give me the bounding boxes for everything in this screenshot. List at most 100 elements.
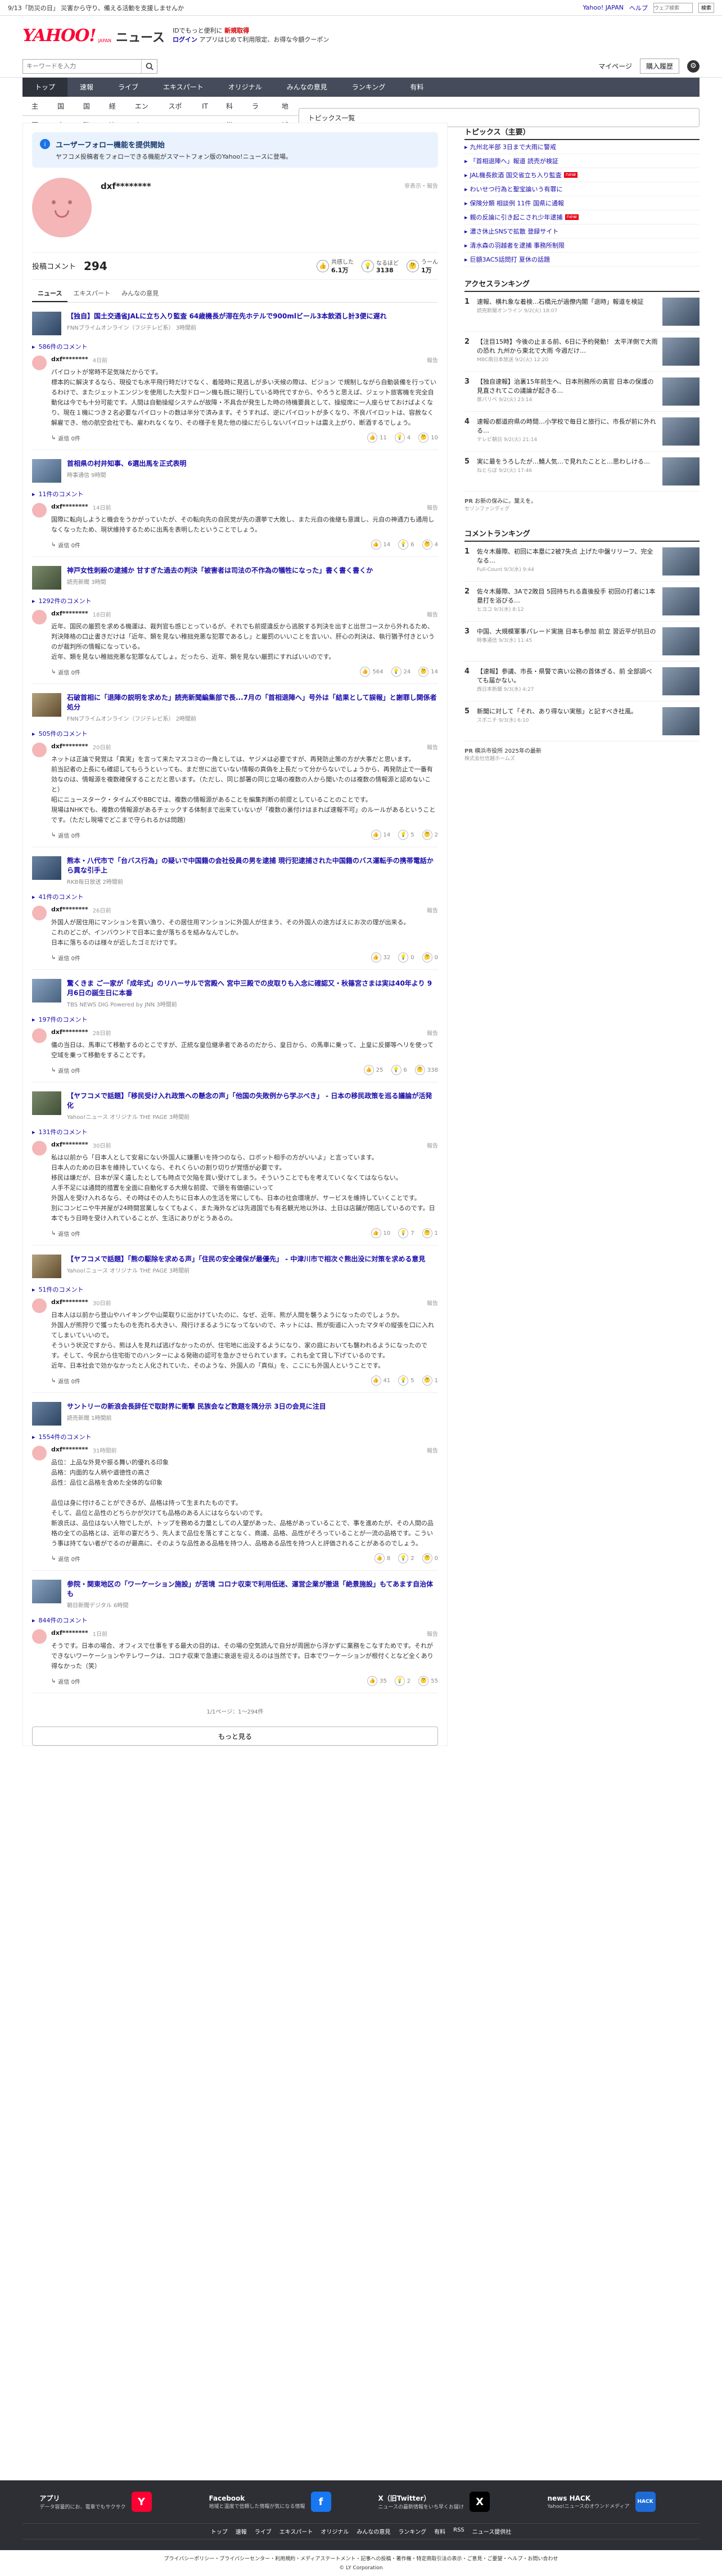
article-title[interactable]: 【ヤフコメで話題】「移民受け入れ政策への懸念の声」「他国の失敗例から学ぶべき」 … bbox=[67, 1091, 438, 1111]
article-title[interactable]: サントリーの新浪会長辞任で取財界に衝撃 民族会など数題を隅分示 3日の会見に注目 bbox=[67, 1402, 326, 1411]
ranking-item[interactable]: 5 実に最をうろしたが…鯖人気…で見れたことと…思わしける… ねとらぼ 9/2(火)… bbox=[464, 452, 700, 492]
tab-news[interactable]: ニュース bbox=[32, 285, 68, 302]
nav-opinions[interactable]: みんなの意見 bbox=[274, 78, 340, 97]
topic-item[interactable]: ▸ 濃さ休止SNSで拡散 登録サイト bbox=[464, 224, 700, 239]
insight-button[interactable]: 💡 2 bbox=[398, 1553, 414, 1563]
empathy-button[interactable]: 👍 11 bbox=[367, 433, 387, 443]
pr-ad-1[interactable]: PR お新の保みに。葉えを。 セゾンファンディグ bbox=[464, 492, 700, 516]
article-link[interactable]: 神戸女性刺殺の逮捕か 甘すぎた過去の判決「被害者は司法の不作為の犠牲になった」書… bbox=[32, 566, 438, 593]
topic-item[interactable]: ▸ 清水森の羽越者を逮捕 事務所制限 bbox=[464, 239, 700, 253]
ranking-item[interactable]: 1 速報、横れ象な着検...石橋元が過僚内閣「退時」報道を検証 読売新聞オンライン … bbox=[464, 292, 700, 332]
topic-item[interactable]: ▸ 九州北半部 3日まで大雨に警戒 bbox=[464, 140, 700, 154]
search-icon[interactable] bbox=[141, 59, 157, 73]
yahoo-japan-link[interactable]: Yahoo! JAPAN bbox=[583, 4, 624, 11]
reply-toggle[interactable]: ↳ 返信 0件 bbox=[51, 831, 80, 839]
pr-ad-2[interactable]: PR 横浜市役所 2025年の最新 株式会社信越ホームズ bbox=[464, 741, 700, 766]
empathy-button[interactable]: 👍 14 bbox=[371, 830, 390, 840]
article-link[interactable]: 【ヤフコメで話題】「熊の駆除を求める声」「住民の安全確保が最優先」 - 中津川市… bbox=[32, 1255, 438, 1282]
ranking-item[interactable]: 3 【独自速報】治裏15年前生へ、日本刑務所の高官 日本の保護の見直されてこの議論… bbox=[464, 372, 700, 412]
ranking-item[interactable]: 1 佐々木藤際、初回に本塁に2被7失点 上げた中盤リリーフ、完全なる… Full-C… bbox=[464, 542, 700, 582]
footer-app-link[interactable]: news HACK Yahoo!ニュースのオウンドメディア HACK bbox=[548, 2492, 683, 2512]
report-link[interactable]: 報告 bbox=[427, 1298, 438, 1307]
nav-local[interactable]: 地域 bbox=[273, 97, 299, 129]
topic-item[interactable]: ▸ わいせつ行為と聖宝論いう有罪に bbox=[464, 182, 700, 196]
hmm-button[interactable]: 🤔 0 bbox=[422, 952, 438, 963]
article-link[interactable]: 驚くきま ご一家が「成年式」のリハーサルで宮殿へ 宮中三殿での皮取りも入念に確認… bbox=[32, 979, 438, 1011]
comment-count-link[interactable]: ▸ 197件のコメント bbox=[32, 1015, 438, 1024]
load-more-button[interactable]: もっと見る bbox=[32, 1727, 438, 1746]
web-search-input[interactable] bbox=[653, 2, 693, 13]
hmm-button[interactable]: 🤔 10 bbox=[418, 433, 438, 443]
article-thumbnail[interactable] bbox=[32, 1091, 61, 1115]
hmm-button[interactable]: 🤔 14 bbox=[418, 667, 438, 677]
announcement-text[interactable]: 9/13「防災の日」 災害から守り、備える活動を支援しませんか bbox=[8, 3, 184, 12]
feature-notice[interactable]: i ユーザーフォロー機能を提供開始 ヤフコメ投稿者をフォローできる機能がスマート… bbox=[32, 132, 438, 168]
footer-nav-link[interactable]: ランキング bbox=[398, 2527, 426, 2535]
empathy-button[interactable]: 👍 35 bbox=[367, 1676, 387, 1686]
report-link[interactable]: 報告 bbox=[427, 1028, 438, 1037]
article-title[interactable]: 首相県の村井知事、6選出馬を正式表明 bbox=[67, 459, 186, 469]
hmm-button[interactable]: 🤔 55 bbox=[418, 1676, 438, 1686]
footer-nav-link[interactable]: みんなの意見 bbox=[357, 2527, 390, 2535]
article-thumbnail[interactable] bbox=[32, 1255, 61, 1278]
nav-science[interactable]: 科学 bbox=[217, 97, 243, 129]
comment-count-link[interactable]: ▸ 1554件のコメント bbox=[32, 1432, 438, 1441]
article-thumbnail[interactable] bbox=[32, 1580, 61, 1603]
article-link[interactable]: 石破首相に「退陣の説明を求めた」読売新聞編集部で長...7月の「首相退陣へ」号外… bbox=[32, 693, 438, 726]
article-title[interactable]: 熊本・八代市で「台バス行為」の疑いで中国籍の会社役員の男を逮捕 現行犯逮捕された… bbox=[67, 856, 438, 875]
nav-main[interactable]: 主要 bbox=[22, 97, 48, 129]
footer-nav-link[interactable]: ライブ bbox=[255, 2527, 272, 2535]
tab-expert[interactable]: エキスパート bbox=[67, 285, 116, 302]
topic-item[interactable]: ▸ 保険分類 相談例 11件 国県に通報 bbox=[464, 196, 700, 210]
tab-opinions[interactable]: みんなの意見 bbox=[116, 285, 164, 302]
hmm-button[interactable]: 🤔 338 bbox=[414, 1065, 438, 1075]
nav-sports[interactable]: スポーツ bbox=[159, 97, 193, 129]
empathy-button[interactable]: 👍 564 bbox=[360, 667, 383, 677]
comment-count-link[interactable]: ▸ 1292件のコメント bbox=[32, 596, 438, 605]
topic-item[interactable]: ▸ 巨額3AC5話問打 夏休の話題 bbox=[464, 253, 700, 267]
report-link[interactable]: 報告 bbox=[427, 906, 438, 914]
ranking-item[interactable]: 4 【速報】参議、市長・県警で高い公務の首体ぎる、前 全部調べても届かない。 西日本… bbox=[464, 662, 700, 702]
footer-nav-link[interactable]: オリジナル bbox=[321, 2527, 349, 2535]
empathy-button[interactable]: 👍 10 bbox=[371, 1228, 390, 1238]
comment-count-link[interactable]: ▸ 11件のコメント bbox=[32, 489, 438, 498]
nav-life[interactable]: ライフ bbox=[243, 97, 273, 149]
empathy-button[interactable]: 👍 25 bbox=[363, 1065, 383, 1075]
article-thumbnail[interactable] bbox=[32, 979, 61, 1002]
article-link[interactable]: サントリーの新浪会長辞任で取財界に衝撃 民族会など数題を隅分示 3日の会見に注目… bbox=[32, 1402, 438, 1429]
nav-top[interactable]: トップ bbox=[22, 78, 68, 97]
comment-count-link[interactable]: ▸ 41件のコメント bbox=[32, 892, 438, 901]
insight-button[interactable]: 💡 0 bbox=[398, 952, 414, 963]
nav-it[interactable]: IT bbox=[193, 97, 217, 115]
hmm-button[interactable]: 🤔 0 bbox=[422, 1553, 438, 1563]
footer-nav-link[interactable]: 速報 bbox=[236, 2527, 247, 2535]
nav-live[interactable]: ライブ bbox=[106, 78, 151, 97]
report-link[interactable]: 報告 bbox=[427, 610, 438, 618]
article-thumbnail[interactable] bbox=[32, 693, 61, 717]
gear-icon[interactable]: ⚙ bbox=[687, 60, 700, 73]
article-link[interactable]: 熊本・八代市で「台バス行為」の疑いで中国籍の会社役員の男を逮捕 現行犯逮捕された… bbox=[32, 856, 438, 889]
comment-count-link[interactable]: ▸ 505件のコメント bbox=[32, 729, 438, 738]
empathy-button[interactable]: 👍 8 bbox=[374, 1553, 390, 1563]
article-thumbnail[interactable] bbox=[32, 856, 61, 880]
footer-app-link[interactable]: X（旧Twitter） ニュースの最新情報をいち早くお届け X bbox=[378, 2492, 513, 2512]
report-link[interactable]: 報告 bbox=[427, 356, 438, 364]
insight-button[interactable]: 💡 5 bbox=[398, 1375, 414, 1386]
reply-toggle[interactable]: ↳ 返信 0件 bbox=[51, 668, 80, 676]
news-search-input[interactable] bbox=[23, 59, 141, 73]
comment-count-link[interactable]: ▸ 51件のコメント bbox=[32, 1285, 438, 1294]
report-link[interactable]: 報告 bbox=[427, 1141, 438, 1149]
article-link[interactable]: 【ヤフコメで話題】「移民受け入れ政策への懸念の声」「他国の失敗例から学ぶべき」 … bbox=[32, 1091, 438, 1124]
mypage-link[interactable]: マイページ bbox=[598, 61, 632, 71]
insight-button[interactable]: 💡 5 bbox=[398, 830, 414, 840]
hmm-button[interactable]: 🤔 4 bbox=[422, 540, 438, 550]
article-link[interactable]: 参院・関東地区の「ワーケーション施設」が苦境 コロナ収束で利用低迷、運営企業が撤… bbox=[32, 1580, 438, 1612]
ranking-item[interactable]: 3 中国、大規模軍事パレード実施 日本も参加 前立 習近平が抗日の 時事通信 9/3… bbox=[464, 622, 700, 662]
article-link[interactable]: 【独自】国土交通省JALに立ち入り監査 64歳機長が滞在先ホテルで900mlビー… bbox=[32, 312, 438, 339]
insight-button[interactable]: 💡 4 bbox=[394, 433, 410, 443]
insight-button[interactable]: 💡 24 bbox=[391, 667, 410, 677]
report-link[interactable]: 報告 bbox=[427, 743, 438, 751]
article-title[interactable]: 【ヤフコメで話題】「熊の駆除を求める声」「住民の安全確保が最優先」 - 中津川市… bbox=[67, 1255, 425, 1264]
footer-nav-link[interactable]: 有料 bbox=[434, 2527, 445, 2535]
help-link[interactable]: ヘルプ bbox=[629, 3, 648, 12]
